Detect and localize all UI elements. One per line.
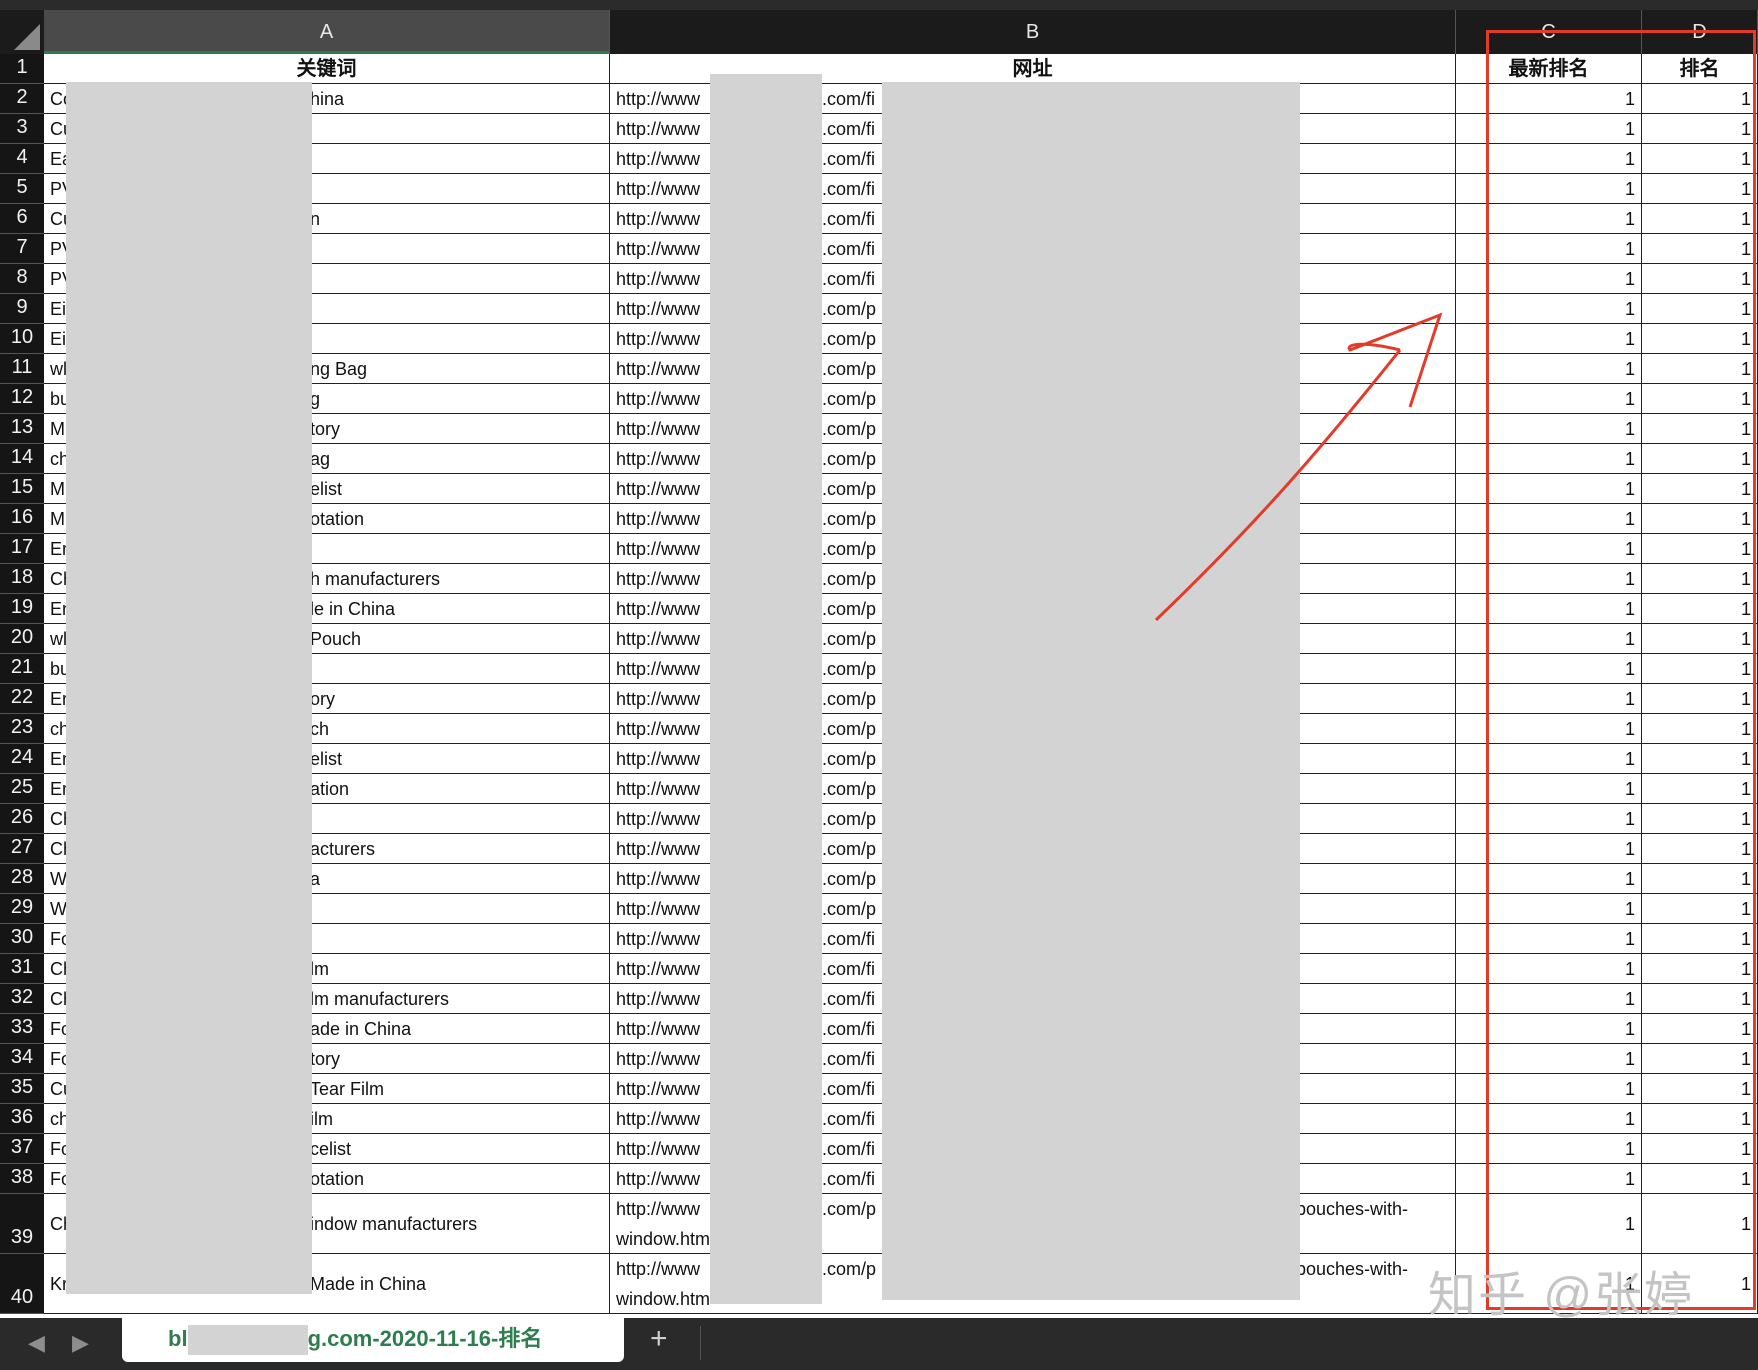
sheet-tab-prefix: bl <box>168 1326 188 1351</box>
sheet-tab-active[interactable]: bl g.com-2020-11-16-排名 <box>122 1318 624 1362</box>
watermark-text: 知乎 @张婷 <box>1428 1269 1695 1322</box>
redaction-block-tab <box>187 1325 308 1356</box>
sheet-tab-suffix: g.com-2020-11-16-排名 <box>307 1326 543 1351</box>
prev-sheet-button[interactable]: ◀ <box>28 1330 45 1356</box>
arrow-annotation-icon <box>1154 312 1443 622</box>
next-sheet-button[interactable]: ▶ <box>72 1330 89 1356</box>
add-sheet-button[interactable]: + <box>650 1322 668 1356</box>
tab-separator <box>700 1326 701 1360</box>
